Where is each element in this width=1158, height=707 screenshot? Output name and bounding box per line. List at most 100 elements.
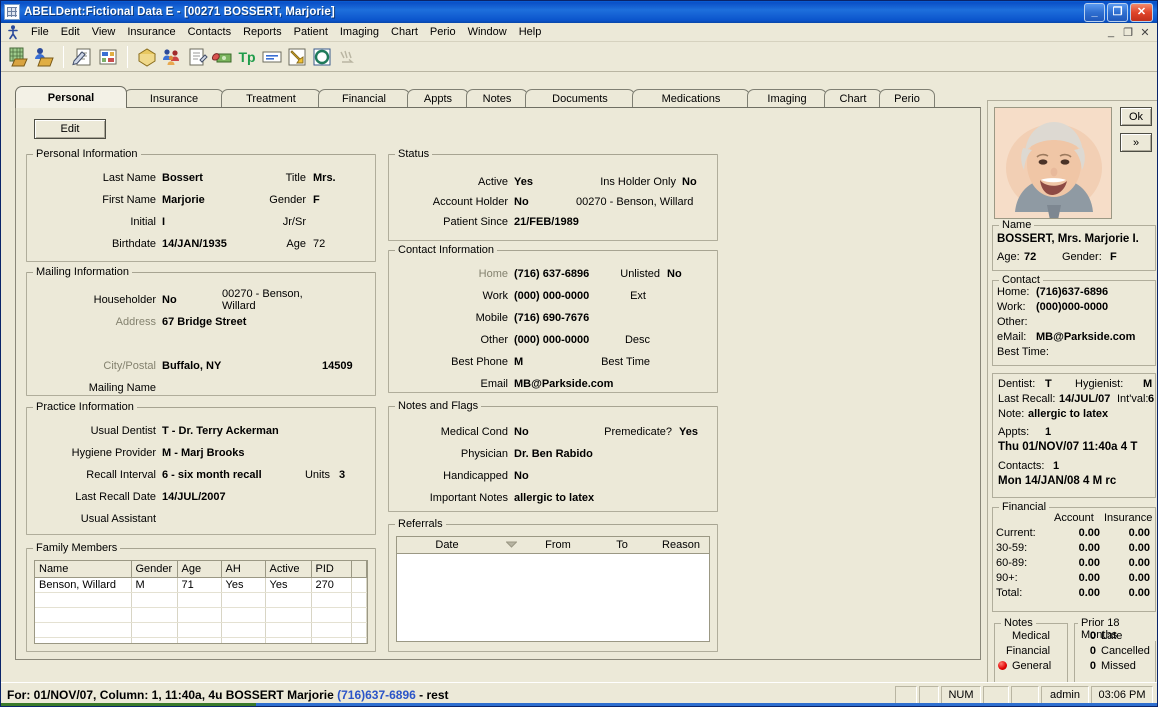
tab-treatment[interactable]: Treatment — [221, 89, 321, 108]
menu-help[interactable]: Help — [513, 24, 548, 40]
menu-chart[interactable]: Chart — [385, 24, 424, 40]
family-members-grid[interactable]: Name Gender Age AH Active PID Benson, Wi… — [34, 560, 368, 644]
active-value: Yes — [514, 176, 533, 188]
next-patient-button[interactable]: » — [1120, 133, 1152, 152]
tab-perio[interactable]: Perio — [879, 89, 935, 108]
status-message: For: 01/NOV/07, Column: 1, 11:40a, 4u BO… — [1, 688, 449, 702]
window-minimize-button[interactable]: _ — [1084, 2, 1105, 22]
menu-contacts[interactable]: Contacts — [182, 24, 237, 40]
menu-window[interactable]: Window — [462, 24, 513, 40]
notes-pen-icon[interactable] — [71, 45, 95, 69]
mdi-close-button[interactable]: ✕ — [1137, 25, 1153, 39]
table-row[interactable] — [35, 622, 367, 638]
email-label: Email — [480, 378, 508, 390]
summary-prior-months-box: Prior 18 Months 0 Late 0 Cancelled 0 Mis… — [1074, 617, 1156, 685]
summary-work-value: (000)000-0000 — [1036, 301, 1109, 313]
menu-imaging[interactable]: Imaging — [334, 24, 385, 40]
referrals-grid[interactable]: Date From To Reason — [396, 536, 710, 642]
sort-descending-icon[interactable] — [497, 537, 525, 554]
cell-age: 71 — [177, 577, 222, 593]
last-name-label: Last Name — [102, 172, 156, 184]
treatment-plan-icon[interactable]: Tp — [235, 45, 259, 69]
tab-medications[interactable]: Medications — [632, 89, 750, 108]
window-restore-button[interactable]: ❐ — [1107, 2, 1128, 22]
summary-last-recall-value: 14/JUL/07 — [1059, 393, 1111, 405]
menu-reports[interactable]: Reports — [237, 24, 288, 40]
home-phone-value: (716) 637-6896 — [514, 268, 590, 280]
edit-button[interactable]: Edit — [34, 119, 106, 139]
col-ah[interactable]: AH — [221, 561, 266, 578]
note-flag-medical[interactable]: Medical — [1012, 630, 1050, 642]
first-name-label: First Name — [102, 194, 156, 206]
gender-value: F — [313, 194, 320, 206]
summary-notes-legend: Notes — [1001, 617, 1036, 629]
tab-documents[interactable]: Documents — [525, 89, 635, 108]
col-referral-reason[interactable]: Reason — [653, 537, 709, 554]
table-row[interactable]: Benson, Willard M 71 Yes Yes 270 — [35, 577, 367, 593]
menu-edit[interactable]: Edit — [55, 24, 86, 40]
window-close-button[interactable]: ✕ — [1130, 2, 1153, 22]
table-row[interactable] — [35, 592, 367, 608]
menu-bar: File Edit View Insurance Contacts Report… — [1, 23, 1157, 42]
perio-ring-icon[interactable] — [310, 45, 334, 69]
mdi-minimize-button[interactable]: _ — [1103, 25, 1119, 39]
ok-button[interactable]: Ok — [1120, 107, 1152, 126]
family-icon[interactable] — [160, 45, 184, 69]
prior-cancelled-label: Cancelled — [1101, 645, 1150, 657]
document-icon[interactable] — [185, 45, 209, 69]
important-notes-value: allergic to latex — [514, 492, 595, 504]
usual-dentist-value: T - Dr. Terry Ackerman — [162, 425, 279, 437]
recall-icon[interactable] — [335, 45, 359, 69]
summary-financial-legend: Financial — [999, 501, 1050, 513]
col-referral-to[interactable]: To — [591, 537, 653, 554]
tab-insurance[interactable]: Insurance — [124, 89, 224, 108]
financial-6089-account: 0.00 — [1078, 557, 1100, 569]
menu-file[interactable]: File — [25, 24, 55, 40]
schedule-icon[interactable] — [7, 45, 31, 69]
best-phone-label: Best Phone — [451, 356, 508, 368]
taskbar-strip — [1, 703, 1157, 706]
tab-personal[interactable]: Personal — [15, 86, 127, 108]
col-referral-from[interactable]: From — [525, 537, 591, 554]
unlisted-value: No — [667, 268, 682, 280]
status-suffix: - rest — [415, 687, 449, 702]
col-age[interactable]: Age — [177, 561, 222, 578]
col-gender[interactable]: Gender — [131, 561, 178, 578]
account-holder-label: Account Holder — [432, 196, 508, 208]
address-value: 67 Bridge Street — [162, 316, 247, 328]
tab-imaging[interactable]: Imaging — [747, 89, 827, 108]
mdi-restore-button[interactable]: ❐ — [1120, 25, 1136, 39]
insurance-icon[interactable] — [135, 45, 159, 69]
mdi-client-area: Personal Insurance Treatment Financial A… — [1, 72, 1157, 692]
menu-insurance[interactable]: Insurance — [121, 24, 181, 40]
ledger-icon[interactable] — [260, 45, 284, 69]
tab-appts[interactable]: Appts — [407, 89, 469, 108]
menu-view[interactable]: View — [86, 24, 122, 40]
col-spare[interactable] — [351, 561, 367, 578]
tab-financial[interactable]: Financial — [318, 89, 410, 108]
financial-current-account: 0.00 — [1078, 527, 1100, 539]
householder-label: Householder — [93, 294, 156, 306]
tab-notes[interactable]: Notes — [466, 89, 528, 108]
menu-patient[interactable]: Patient — [288, 24, 334, 40]
menu-perio[interactable]: Perio — [424, 24, 462, 40]
chart-layout-icon[interactable] — [96, 45, 120, 69]
cell-active: Yes — [265, 577, 312, 593]
col-pid[interactable]: PID — [311, 561, 352, 578]
patient-folder-icon[interactable] — [32, 45, 56, 69]
col-name[interactable]: Name — [35, 561, 132, 578]
arrow-down-icon[interactable] — [285, 45, 309, 69]
col-referral-date[interactable]: Date — [397, 537, 497, 554]
payment-icon[interactable] — [210, 45, 234, 69]
tab-chart[interactable]: Chart — [824, 89, 882, 108]
col-active[interactable]: Active — [265, 561, 312, 578]
note-flag-financial[interactable]: Financial — [1006, 645, 1050, 657]
table-row[interactable] — [35, 637, 367, 643]
usual-assistant-label: Usual Assistant — [80, 513, 156, 525]
cell-name: Benson, Willard — [35, 577, 132, 593]
table-row[interactable] — [35, 607, 367, 623]
note-flag-general[interactable]: General — [1012, 660, 1051, 672]
referrals-group: Referrals Date From To Reason — [388, 518, 718, 652]
tab-strip: Personal Insurance Treatment Financial A… — [15, 86, 981, 108]
patient-summary-panel: Ok » Name BOSSERT, Mrs. Marjorie I. Age:… — [987, 100, 1157, 692]
